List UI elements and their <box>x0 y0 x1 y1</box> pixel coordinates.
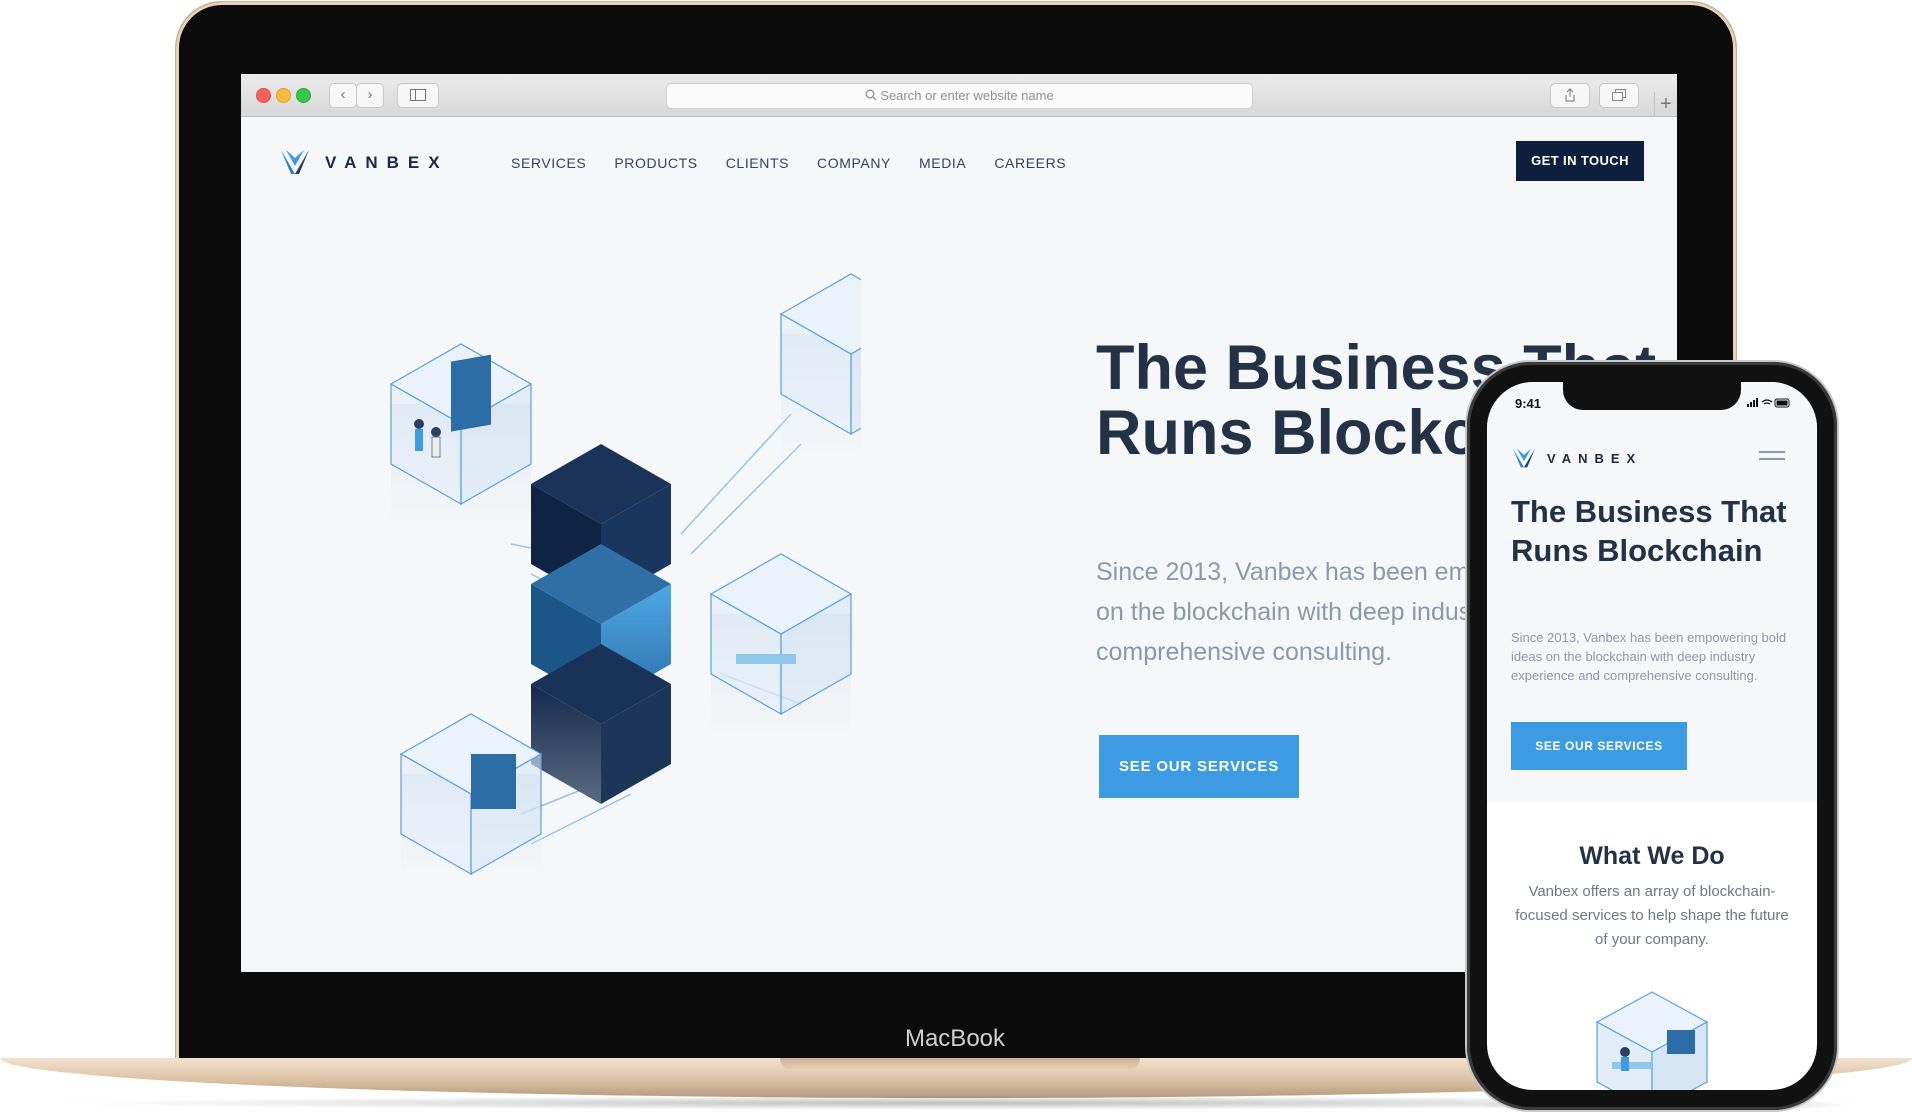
address-placeholder-text: Search or enter website name <box>880 88 1054 103</box>
phone-screen: 9:41 VANBEX The Business That Runs Block… <box>1487 382 1817 1090</box>
browser-window: ‹ › Search or enter website name + VANBE… <box>241 74 1677 972</box>
phone-hero-title: The Business That Runs Blockchain <box>1511 494 1787 568</box>
hamburger-menu-button[interactable] <box>1759 449 1785 463</box>
glass-cube-bottom-left <box>399 713 543 904</box>
tabs-icon <box>1612 89 1626 101</box>
glass-cube-top-left <box>389 343 533 564</box>
minimize-window-button[interactable] <box>276 88 291 103</box>
back-button[interactable]: ‹ <box>329 83 357 108</box>
phone-notch <box>1563 382 1741 410</box>
what-we-do-heading: What We Do <box>1579 842 1725 870</box>
sidebar-icon <box>410 89 426 101</box>
share-button[interactable] <box>1550 83 1590 108</box>
search-icon <box>865 89 877 101</box>
share-icon <box>1565 88 1575 102</box>
vanbex-logo-icon[interactable] <box>281 148 309 176</box>
phone-logo-icon[interactable] <box>1513 447 1535 469</box>
plus-icon: + <box>1660 93 1672 115</box>
phone-hero-subtitle: Since 2013, Vanbex has been empowering b… <box>1511 630 1787 683</box>
see-our-services-button[interactable]: SEE OUR SERVICES <box>1099 735 1299 798</box>
tabs-overview-button[interactable] <box>1599 83 1639 108</box>
address-bar-placeholder: Search or enter website name <box>667 84 1252 108</box>
main-navigation: SERVICES PRODUCTS CLIENTS COMPANY MEDIA … <box>511 155 1066 171</box>
laptop-label: MacBook <box>904 1025 1006 1052</box>
nav-products[interactable]: PRODUCTS <box>614 155 697 171</box>
blockchain-illustration <box>389 273 861 904</box>
browser-toolbar: ‹ › Search or enter website name + <box>241 74 1677 117</box>
nav-company[interactable]: COMPANY <box>817 155 891 171</box>
chevron-right-icon: › <box>367 86 373 103</box>
status-icons <box>1747 398 1790 408</box>
chevron-left-icon: ‹ <box>340 86 346 103</box>
address-bar[interactable]: Search or enter website name <box>666 83 1253 109</box>
nav-services[interactable]: SERVICES <box>511 155 586 171</box>
sidebar-button[interactable] <box>397 83 439 108</box>
get-in-touch-button[interactable]: GET IN TOUCH <box>1516 141 1644 181</box>
phone-status-time: 9:41 <box>1515 396 1542 411</box>
phone-see-our-services-button[interactable]: SEE OUR SERVICES <box>1511 722 1687 770</box>
hamburger-icon <box>1759 451 1785 460</box>
zoom-window-button[interactable] <box>296 88 311 103</box>
glass-cube-middle-right <box>709 553 853 774</box>
forward-button[interactable]: › <box>356 83 384 108</box>
phone-brand-wordmark[interactable]: VANBEX <box>1547 451 1642 466</box>
nav-media[interactable]: MEDIA <box>919 155 966 171</box>
nav-careers[interactable]: CAREERS <box>994 155 1066 171</box>
what-we-do-text: Vanbex offers an array of blockchain-foc… <box>1515 883 1789 948</box>
close-window-button[interactable] <box>256 88 271 103</box>
phone-cube-illustration <box>1595 991 1709 1090</box>
glass-cube-top-right <box>779 273 861 494</box>
nav-clients[interactable]: CLIENTS <box>726 155 789 171</box>
central-block-stack <box>531 444 671 804</box>
laptop-opening-notch <box>780 1058 1140 1070</box>
brand-wordmark[interactable]: VANBEX <box>325 153 449 173</box>
new-tab-button[interactable]: + <box>1654 92 1677 116</box>
